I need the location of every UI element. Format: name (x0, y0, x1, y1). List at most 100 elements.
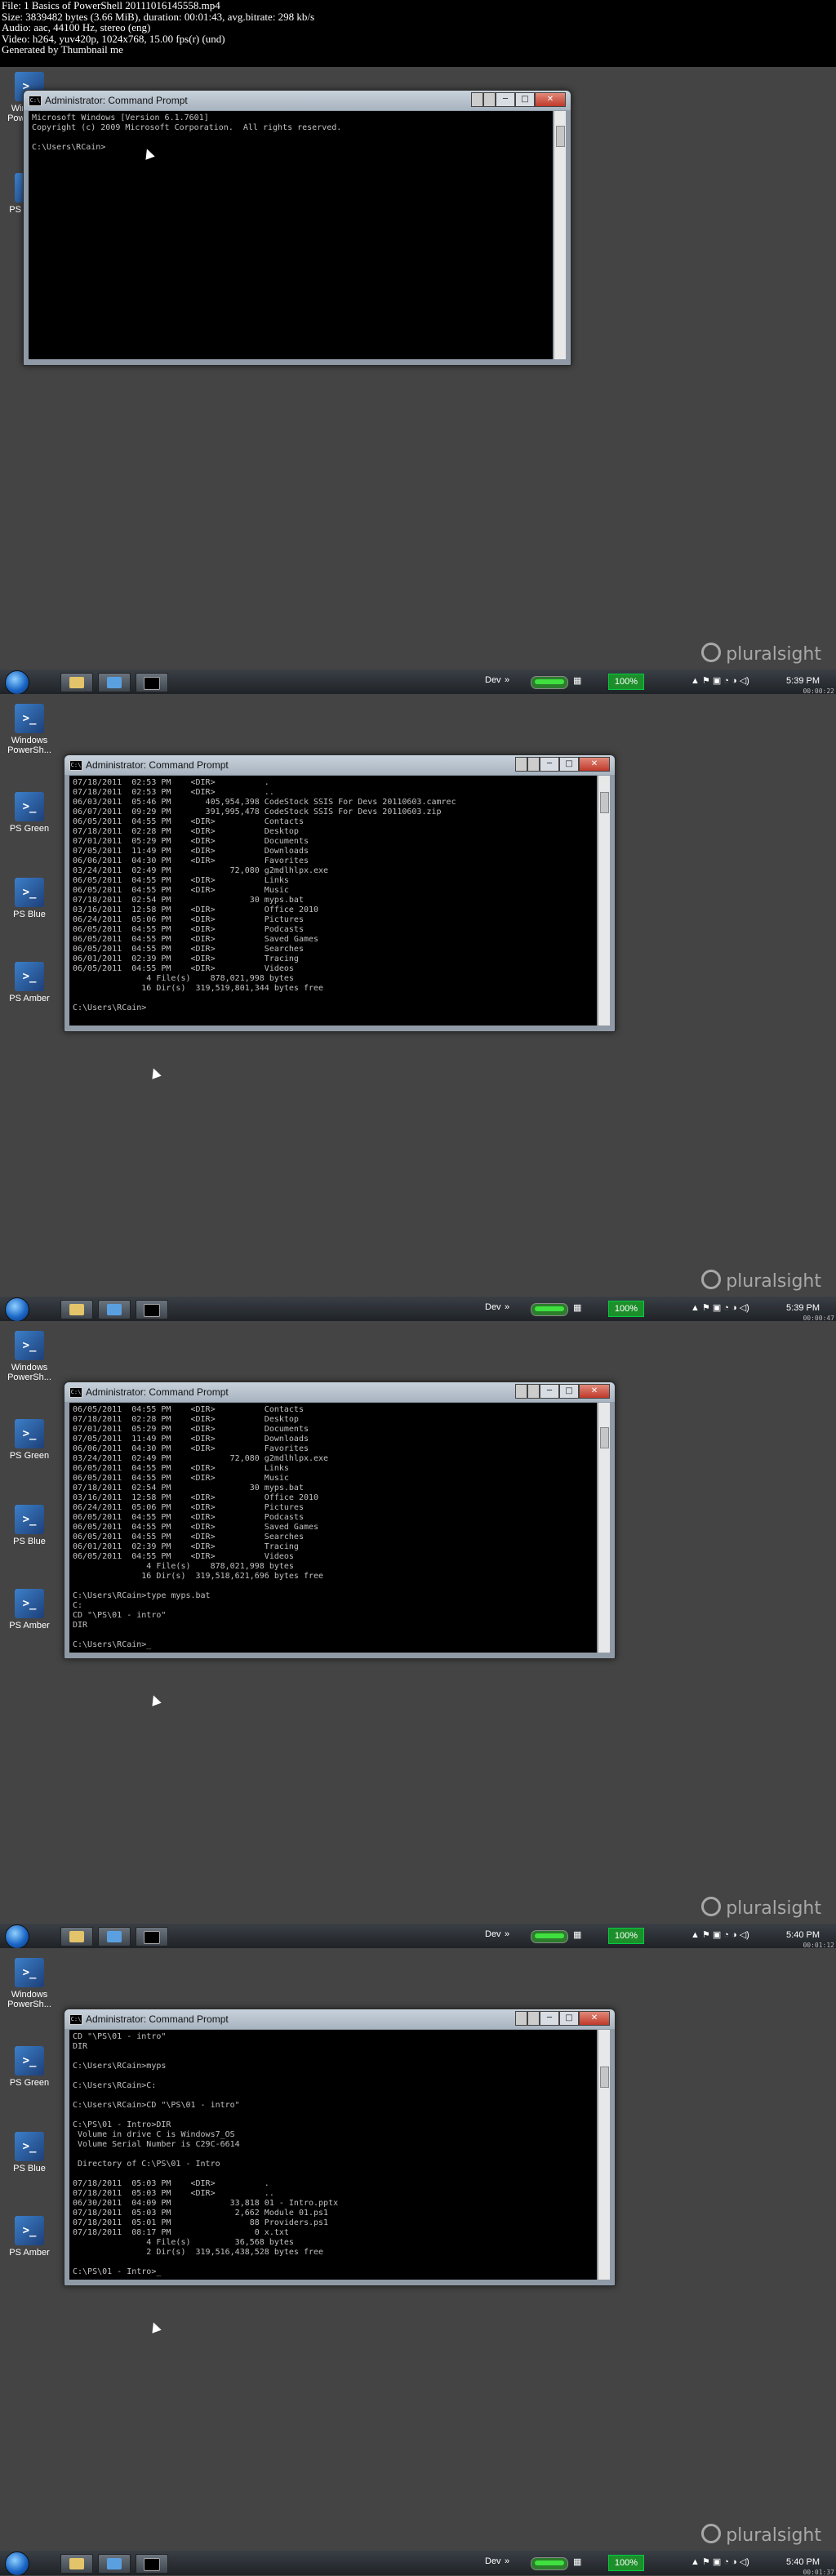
clock[interactable]: 5:40 PM (786, 2557, 820, 2567)
vertical-scrollbar[interactable] (598, 776, 610, 1026)
media-control-button[interactable] (515, 1384, 527, 1399)
window-titlebar[interactable]: C:\ Administrator: Command Prompt ─ □ ✕ (64, 1382, 615, 1402)
pluralsight-swirl-icon (701, 2524, 722, 2543)
pluralsight-swirl-icon (701, 643, 722, 662)
dev-toolbar-label[interactable]: Dev (485, 1929, 501, 1939)
toolbar-expand-icon[interactable]: » (505, 2556, 509, 2566)
console-text: 07/18/2011 02:53 PM <DIR> . 07/18/2011 0… (73, 778, 456, 1012)
command-prompt-window[interactable]: C:\ Administrator: Command Prompt ─ □ ✕ … (64, 1381, 616, 1659)
vertical-scrollbar[interactable] (554, 111, 566, 359)
taskbar-cmd-button[interactable] (136, 2554, 168, 2574)
clock[interactable]: 5:39 PM (786, 1303, 820, 1313)
network-tray-icon[interactable]: ▦ (573, 675, 581, 686)
window-titlebar[interactable]: C:\ Administrator: Command Prompt ─ □ ✕ (24, 91, 571, 110)
dev-toolbar-label[interactable]: Dev (485, 675, 501, 685)
media-control-button[interactable] (515, 2011, 527, 2026)
media-control-button[interactable] (527, 2011, 540, 2026)
close-button[interactable]: ✕ (535, 92, 566, 107)
clock[interactable]: 5:39 PM (786, 676, 820, 686)
scrollbar-thumb[interactable] (600, 792, 609, 813)
command-prompt-window[interactable]: C:\ Administrator: Command Prompt ─ □ ✕ … (64, 754, 616, 1032)
toolbar-expand-icon[interactable]: » (505, 1929, 509, 1939)
network-tray-icon[interactable]: ▦ (573, 1302, 581, 1313)
network-tray-icon[interactable]: ▦ (573, 1929, 581, 1940)
media-control-button[interactable] (515, 757, 527, 772)
scrollbar-thumb[interactable] (600, 1427, 609, 1448)
window-titlebar[interactable]: C:\ Administrator: Command Prompt ─ □ ✕ (64, 755, 615, 775)
desktop-icon-ps-amber[interactable]: >_ PS Amber (5, 962, 54, 1003)
pluralsight-swirl-icon (701, 1897, 722, 1916)
maximize-button[interactable]: □ (559, 1384, 579, 1399)
close-button[interactable]: ✕ (579, 757, 610, 772)
vertical-scrollbar[interactable] (598, 1403, 610, 1653)
dev-toolbar-label[interactable]: Dev (485, 1302, 501, 1312)
taskbar-explorer-button[interactable] (60, 1927, 93, 1946)
desktop-icon-ps-green[interactable]: >_ PS Green (5, 1419, 54, 1461)
desktop-icon-windows-powershell[interactable]: >_ Windows PowerSh... (5, 1958, 54, 2009)
close-button[interactable]: ✕ (579, 2011, 610, 2026)
taskbar-network-button[interactable] (98, 673, 131, 692)
scrollbar-thumb[interactable] (600, 2067, 609, 2088)
minimize-button[interactable]: ─ (540, 757, 559, 772)
cmd-icon (144, 1931, 160, 1944)
audio-info: Audio: aac, 44100 Hz, stereo (eng) (2, 21, 151, 34)
vertical-scrollbar[interactable] (598, 2030, 610, 2280)
taskbar-network-button[interactable] (98, 1927, 131, 1946)
taskbar-explorer-button[interactable] (60, 1300, 93, 1319)
dev-toolbar-label[interactable]: Dev (485, 2556, 501, 2566)
media-control-button[interactable] (527, 1384, 540, 1399)
console-output[interactable]: 07/18/2011 02:53 PM <DIR> . 07/18/2011 0… (69, 776, 597, 1026)
video-frame-3: >_ Windows PowerSh... >_ PS Green >_ PS Blu… (0, 1321, 836, 1948)
mouse-cursor-icon (149, 2320, 162, 2334)
desktop-icon-windows-powershell[interactable]: >_ Windows PowerSh... (5, 704, 54, 755)
tray-icons[interactable]: ▲ ⚑ ▣ ◔ ◑ ◁) (691, 1302, 749, 1313)
command-prompt-window[interactable]: C:\ Administrator: Command Prompt ─ □ ✕ … (23, 90, 571, 366)
tray-icons[interactable]: ▲ ⚑ ▣ ◔ ◑ ◁) (691, 2556, 749, 2567)
toolbar-expand-icon[interactable]: » (505, 675, 509, 685)
taskbar-network-button[interactable] (98, 2554, 131, 2574)
minimize-button[interactable]: ─ (540, 2011, 559, 2026)
powershell-icon: >_ (15, 878, 44, 907)
video-timestamp: 00:01:12 (803, 1942, 834, 1948)
folder-icon (69, 677, 84, 688)
desktop-icon-windows-powershell[interactable]: >_ Windows PowerSh... (5, 1331, 54, 1382)
network-tray-icon[interactable]: ▦ (573, 2556, 581, 2567)
start-button[interactable] (5, 1297, 29, 1321)
desktop-icon-ps-amber[interactable]: >_ PS Amber (5, 2216, 54, 2258)
desktop-icon-ps-green[interactable]: >_ PS Green (5, 792, 54, 834)
desktop-icon-ps-amber[interactable]: >_ PS Amber (5, 1589, 54, 1631)
close-button[interactable]: ✕ (579, 1384, 610, 1399)
media-control-button[interactable] (483, 92, 496, 107)
toolbar-expand-icon[interactable]: » (505, 1302, 509, 1312)
console-output[interactable]: 06/05/2011 04:55 PM <DIR> Contacts 07/18… (69, 1403, 597, 1653)
taskbar-explorer-button[interactable] (60, 2554, 93, 2574)
desktop-icon-ps-blue[interactable]: >_ PS Blue (5, 878, 54, 919)
video-timestamp: 00:00:22 (803, 687, 834, 694)
start-button[interactable] (5, 670, 29, 694)
taskbar-cmd-button[interactable] (136, 673, 168, 692)
tray-icons[interactable]: ▲ ⚑ ▣ ◔ ◑ ◁) (691, 675, 749, 686)
taskbar-explorer-button[interactable] (60, 673, 93, 692)
tray-icons[interactable]: ▲ ⚑ ▣ ◔ ◑ ◁) (691, 1929, 749, 1940)
window-titlebar[interactable]: C:\ Administrator: Command Prompt ─ □ ✕ (64, 2009, 615, 2029)
desktop-icon-ps-blue[interactable]: >_ PS Blue (5, 1505, 54, 1546)
media-control-button[interactable] (527, 757, 540, 772)
minimize-button[interactable]: ─ (496, 92, 515, 107)
desktop-icon-ps-blue[interactable]: >_ PS Blue (5, 2132, 54, 2173)
console-output[interactable]: CD "\PS\01 - intro" DIR C:\Users\RCain>m… (69, 2030, 597, 2280)
scrollbar-thumb[interactable] (556, 126, 565, 147)
start-button[interactable] (5, 1924, 29, 1948)
desktop-icon-ps-green[interactable]: >_ PS Green (5, 2046, 54, 2088)
minimize-button[interactable]: ─ (540, 1384, 559, 1399)
start-button[interactable] (5, 2552, 29, 2575)
clock[interactable]: 5:40 PM (786, 1930, 820, 1940)
taskbar-cmd-button[interactable] (136, 1927, 168, 1946)
taskbar-network-button[interactable] (98, 1300, 131, 1319)
console-output[interactable]: Microsoft Windows [Version 6.1.7601] Cop… (29, 111, 553, 359)
maximize-button[interactable]: □ (559, 2011, 579, 2026)
taskbar-cmd-button[interactable] (136, 1300, 168, 1319)
command-prompt-window[interactable]: C:\ Administrator: Command Prompt ─ □ ✕ … (64, 2009, 616, 2286)
media-control-button[interactable] (471, 92, 483, 107)
maximize-button[interactable]: □ (559, 757, 579, 772)
maximize-button[interactable]: □ (515, 92, 535, 107)
